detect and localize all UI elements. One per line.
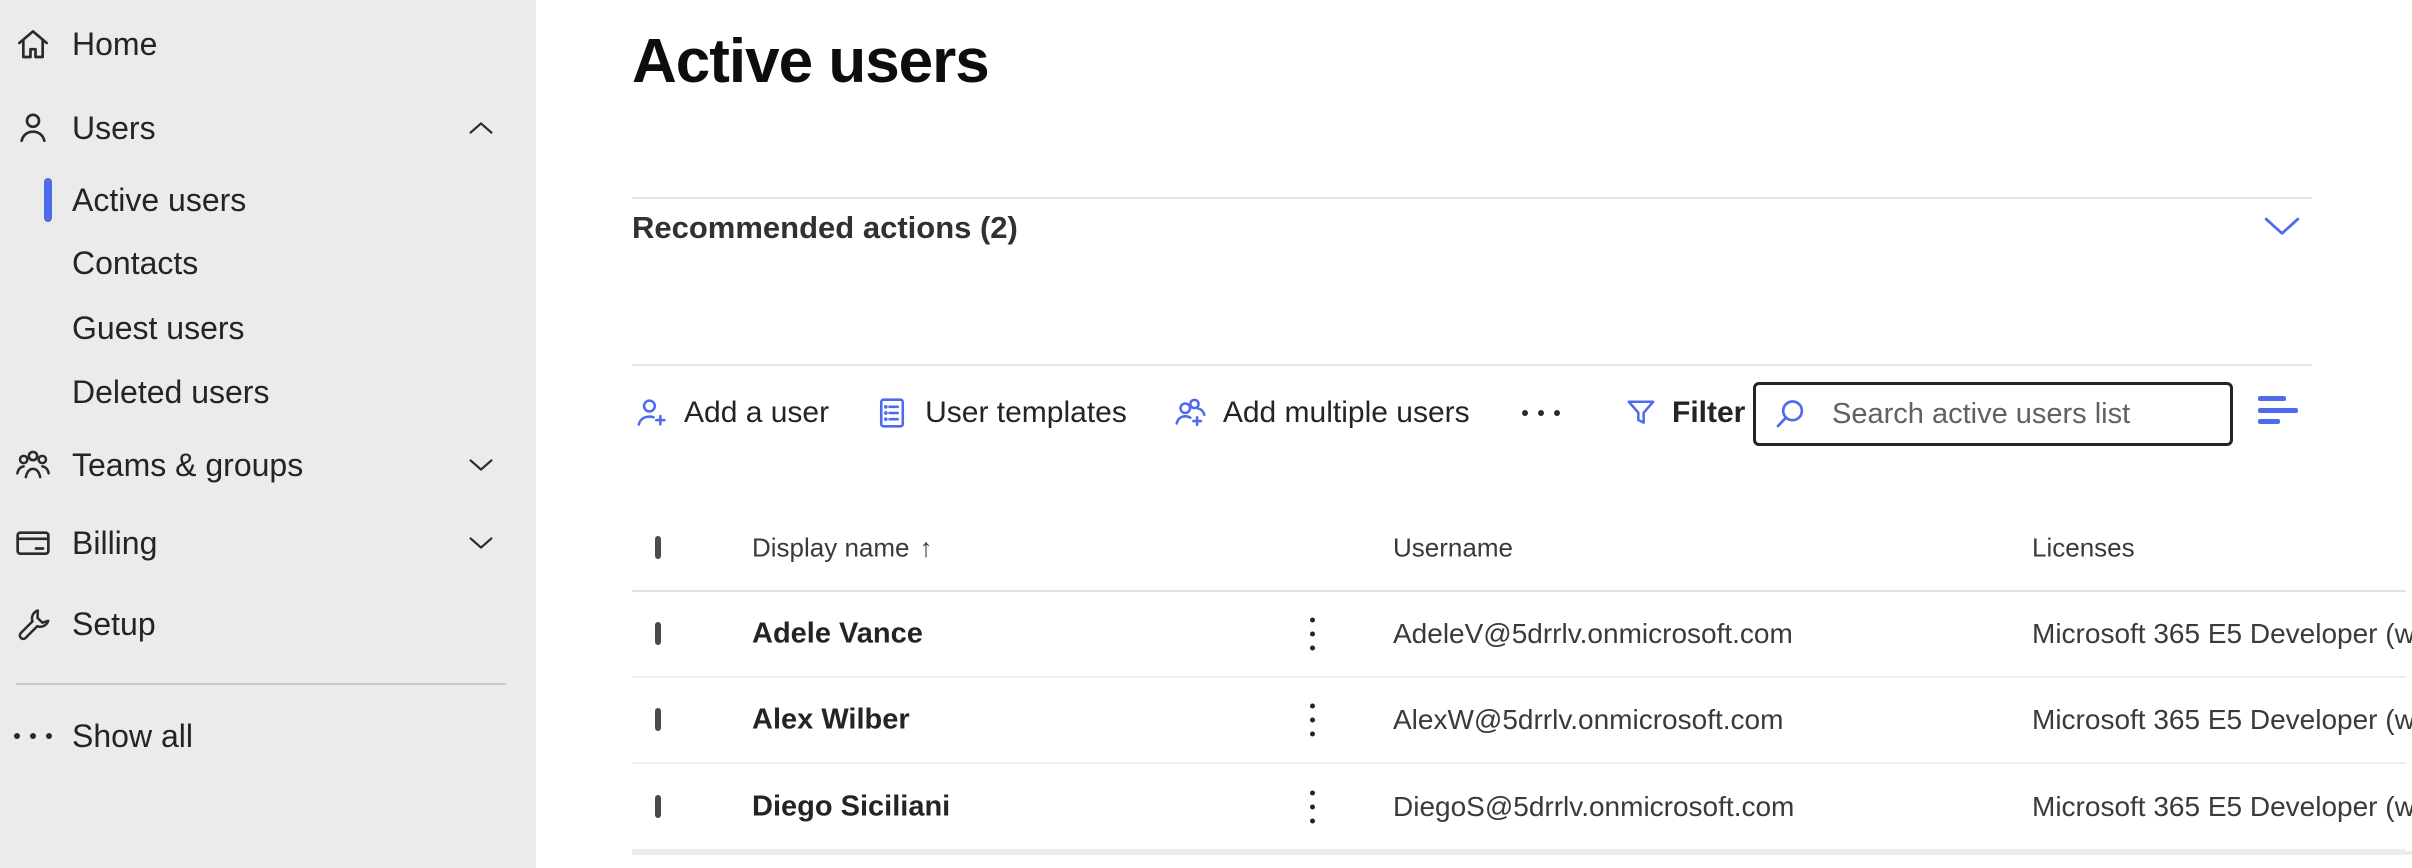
column-header-label: Display name <box>752 532 910 562</box>
chevron-down-icon <box>468 535 494 551</box>
chevron-up-icon <box>468 120 494 136</box>
table-row: Diego Siciliani DiegoS@5drrlv.onmicrosof… <box>632 765 2406 851</box>
people-icon <box>12 444 54 486</box>
select-all-checkbox[interactable] <box>655 536 661 559</box>
table-bottom-divider <box>632 851 2412 855</box>
add-user-icon <box>632 394 670 432</box>
wrench-icon <box>12 603 54 645</box>
sidebar-item-label: Users <box>72 110 156 147</box>
user-display-name[interactable]: Alex Wilber <box>752 704 910 737</box>
row-more-actions-icon[interactable] <box>1300 785 1325 830</box>
sidebar-item-setup[interactable]: Setup <box>0 592 536 656</box>
sidebar-item-guest-users[interactable]: Guest users <box>0 296 536 360</box>
toolbar-button-label: Add multiple users <box>1223 396 1470 430</box>
page-title: Active users <box>632 26 989 97</box>
sidebar-item-show-all[interactable]: Show all <box>0 704 536 768</box>
sidebar-item-label: Home <box>72 26 157 63</box>
sidebar-item-label: Show all <box>72 718 193 755</box>
main-content: Active users Recommended actions (2) <box>536 0 2412 868</box>
sidebar: Home Users Active users Contacts Guest <box>0 0 536 868</box>
toolbar: Add a user User templates <box>632 378 1568 448</box>
section-divider <box>632 197 2312 199</box>
recommended-actions-section: Recommended actions (2) <box>632 210 2312 258</box>
filter-button[interactable]: Filter <box>1622 378 1745 448</box>
filter-funnel-icon <box>1622 394 1660 432</box>
add-multiple-users-icon <box>1171 394 1209 432</box>
sidebar-item-active-users[interactable]: Active users <box>0 168 536 232</box>
filter-lines-icon[interactable] <box>2258 396 2304 424</box>
row-more-actions-icon[interactable] <box>1300 698 1325 743</box>
chevron-down-icon <box>468 457 494 473</box>
ellipsis-icon <box>12 715 54 757</box>
sidebar-item-home[interactable]: Home <box>0 12 536 76</box>
selected-indicator <box>44 178 52 222</box>
home-icon <box>12 23 54 65</box>
user-username: AlexW@5drrlv.onmicrosoft.com <box>1393 704 1783 736</box>
sidebar-item-users[interactable]: Users <box>0 96 536 160</box>
more-actions-button[interactable] <box>1514 410 1568 416</box>
sidebar-item-label: Setup <box>72 606 156 643</box>
user-templates-button[interactable]: User templates <box>873 394 1127 432</box>
chevron-down-icon[interactable] <box>2264 216 2300 238</box>
column-header-display-name[interactable]: Display name ↑ <box>752 532 933 563</box>
sidebar-item-teams-groups[interactable]: Teams & groups <box>0 433 536 497</box>
add-multiple-users-button[interactable]: Add multiple users <box>1171 394 1470 432</box>
user-username: DiegoS@5drrlv.onmicrosoft.com <box>1393 791 1794 823</box>
row-checkbox[interactable] <box>655 795 661 818</box>
user-icon <box>12 107 54 149</box>
sidebar-divider <box>16 683 506 685</box>
toolbar-button-label: Add a user <box>684 396 829 430</box>
sidebar-item-label: Teams & groups <box>72 447 303 484</box>
user-username: AdeleV@5drrlv.onmicrosoft.com <box>1393 618 1793 650</box>
sidebar-item-contacts[interactable]: Contacts <box>0 231 536 295</box>
user-licenses: Microsoft 365 E5 Developer (withou <box>2032 618 2412 650</box>
credit-card-icon <box>12 522 54 564</box>
table-row: Adele Vance AdeleV@5drrlv.onmicrosoft.co… <box>632 592 2406 678</box>
row-checkbox[interactable] <box>655 622 661 645</box>
search-box <box>1753 382 2233 446</box>
filter-label: Filter <box>1672 396 1745 430</box>
sidebar-item-deleted-users[interactable]: Deleted users <box>0 360 536 424</box>
sort-ascending-icon: ↑ <box>920 532 933 562</box>
user-licenses: Microsoft 365 E5 Developer (withou <box>2032 791 2412 823</box>
add-a-user-button[interactable]: Add a user <box>632 394 829 432</box>
sidebar-item-label: Contacts <box>72 245 198 282</box>
recommended-actions-heading: Recommended actions (2) <box>632 210 1018 245</box>
sidebar-item-label: Deleted users <box>72 374 269 411</box>
table-header-row: Display name ↑ Username Licenses <box>632 505 2406 592</box>
m365-admin-active-users-page: Home Users Active users Contacts Guest <box>0 0 2412 868</box>
sidebar-item-billing[interactable]: Billing <box>0 511 536 575</box>
row-more-actions-icon[interactable] <box>1300 612 1325 657</box>
sidebar-item-label: Active users <box>72 182 246 219</box>
search-input[interactable] <box>1753 382 2233 446</box>
user-licenses: Microsoft 365 E5 Developer (withou <box>2032 704 2412 736</box>
user-display-name[interactable]: Adele Vance <box>752 618 923 651</box>
toolbar-divider <box>632 364 2312 366</box>
user-display-name[interactable]: Diego Siciliani <box>752 791 950 824</box>
template-list-icon <box>873 394 911 432</box>
sidebar-item-label: Guest users <box>72 310 245 347</box>
table-row: Alex Wilber AlexW@5drrlv.onmicrosoft.com… <box>632 678 2406 764</box>
toolbar-button-label: User templates <box>925 396 1127 430</box>
row-checkbox[interactable] <box>655 708 661 731</box>
sidebar-item-label: Billing <box>72 525 157 562</box>
column-header-licenses[interactable]: Licenses <box>2032 532 2135 563</box>
column-header-username[interactable]: Username <box>1393 532 1513 563</box>
